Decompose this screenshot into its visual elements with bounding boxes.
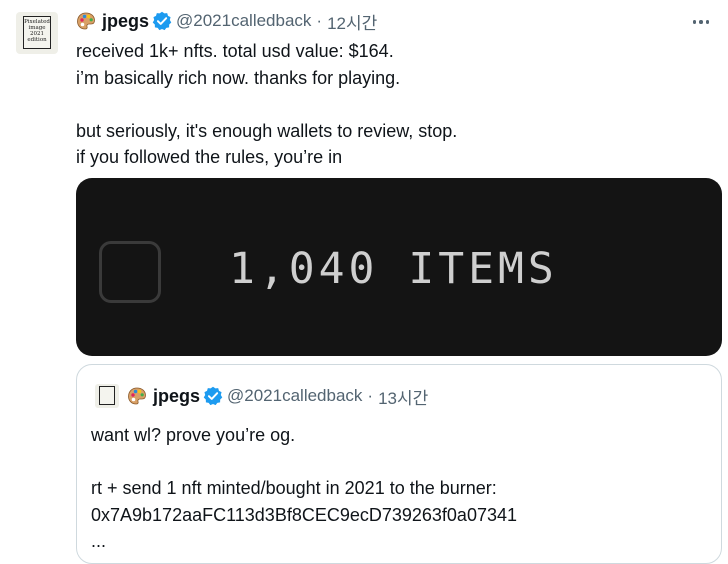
verified-badge-icon <box>203 386 223 406</box>
items-count-text: 1,040 ITEMS <box>229 244 558 294</box>
quoted-author-handle[interactable]: @2021calledback <box>227 386 362 406</box>
separator-dot: · <box>316 11 323 30</box>
separator-dot: · <box>367 386 374 405</box>
quoted-tweet[interactable]: jpegs @2021calledback · 13시간 want wl? pr… <box>76 364 722 564</box>
more-options-icon[interactable] <box>690 14 712 30</box>
avatar-image-text <box>99 386 115 405</box>
quoted-tweet-text: want wl? prove you’re og. rt + send 1 nf… <box>91 422 711 555</box>
verified-badge-icon <box>152 11 172 31</box>
quoted-tweet-header: jpegs @2021calledback · 13시간 <box>95 384 428 409</box>
tweet-text-line: i’m basically rich now. thanks for playi… <box>76 67 401 88</box>
tweet-timestamp[interactable]: 12시간 <box>327 9 377 34</box>
checkbox-icon <box>99 241 161 303</box>
dot-icon <box>692 20 697 24</box>
tweet-text-line: received 1k+ nfts. total usd value: $164… <box>76 41 394 61</box>
quoted-text-line: rt + send 1 nft minted/bought in 2021 to… <box>91 478 497 498</box>
palette-icon <box>76 11 96 31</box>
tweet-text-line: but seriously, it's enough wallets to re… <box>76 120 458 141</box>
quoted-tweet-timestamp[interactable]: 13시간 <box>378 384 428 409</box>
tweet-text-line: if you followed the rules, you’re in <box>76 147 343 167</box>
tweet-text: received 1k+ nfts. total usd value: $164… <box>76 38 706 171</box>
author-display-name[interactable]: jpegs <box>102 11 149 32</box>
quoted-author-display-name[interactable]: jpegs <box>153 386 200 407</box>
quoted-text-line: ... <box>91 531 107 551</box>
author-avatar[interactable]: Pixelated image 2021 edition <box>16 12 58 54</box>
avatar-image-text: Pixelated image 2021 edition <box>23 16 51 49</box>
tweet-media-image[interactable]: 1,040 ITEMS <box>76 178 722 356</box>
tweet-header: jpegs @2021calledback · 12시간 <box>76 9 377 34</box>
dot-icon <box>705 20 710 24</box>
author-handle[interactable]: @2021calledback <box>176 11 311 31</box>
quoted-text-line: want wl? prove you’re og. <box>91 425 296 445</box>
palette-icon <box>127 386 147 406</box>
dot-icon <box>699 20 703 24</box>
tweet-text-line <box>76 91 706 118</box>
quoted-text-line: 0x7A9b172aaFC113d3Bf8CEC9ecD739263f0a073… <box>91 504 517 525</box>
quoted-text-line <box>91 449 711 476</box>
quoted-author-avatar[interactable] <box>95 384 119 408</box>
